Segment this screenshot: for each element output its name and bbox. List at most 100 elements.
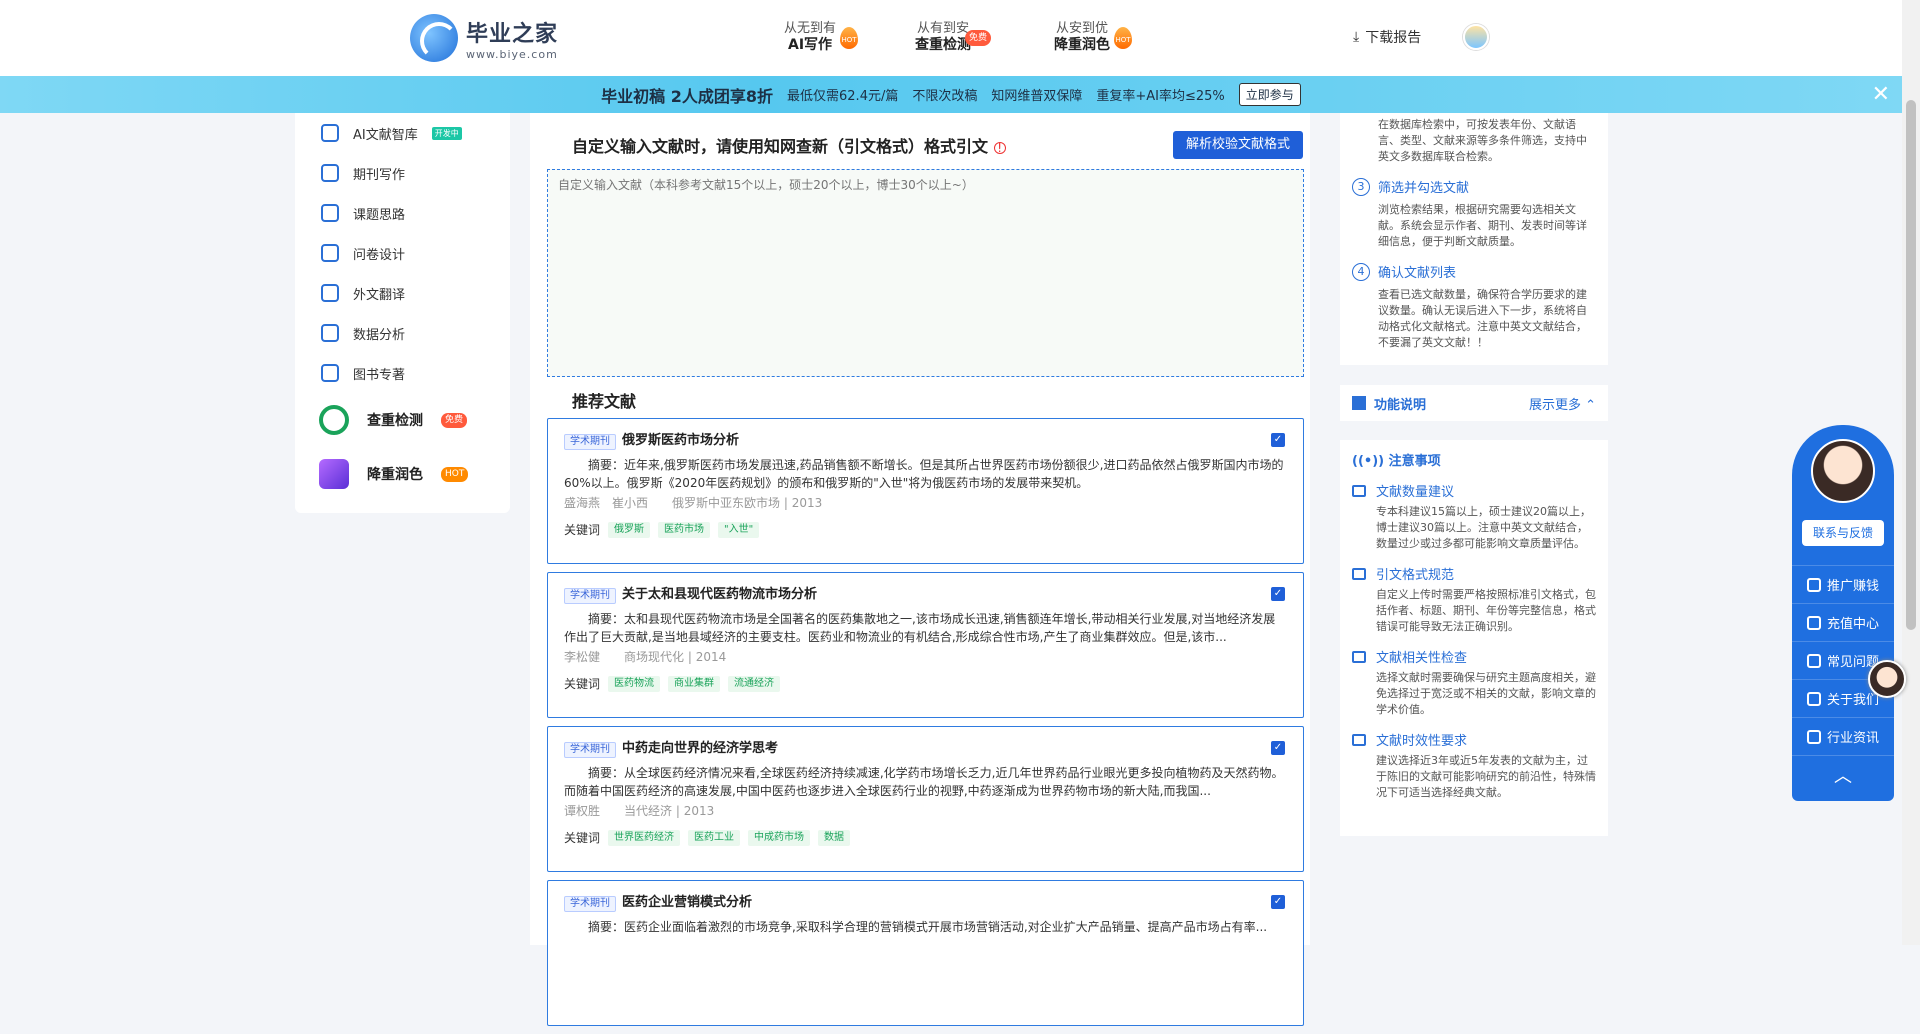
scrollbar-thumb[interactable] — [1906, 100, 1916, 630]
free-badge: 免费 — [441, 412, 468, 428]
contact-feedback-button[interactable]: 联系与反馈 — [1802, 520, 1884, 546]
chevron-up-icon: ︿ — [1834, 765, 1852, 787]
news-icon — [1806, 729, 1821, 744]
select-checkbox[interactable]: ✓ — [1271, 587, 1285, 601]
join-button[interactable]: 立即参与 — [1238, 83, 1301, 106]
sidebar-label: 图书专著 — [353, 367, 406, 383]
sidebar-label: 外文翻译 — [353, 287, 406, 303]
back-to-top-button[interactable]: ︿ — [1792, 755, 1894, 793]
reference-title: 中药走向世界的经济学思考 — [622, 741, 779, 756]
nav-main: 降重润色 — [1054, 37, 1110, 53]
sidebar-item-ai-library[interactable]: AI文献智库 开发中 — [295, 113, 510, 153]
main-panel: 自定义输入文献时，请使用知网查新（引文格式）格式引文 ! 解析校验文献格式 推荐… — [530, 113, 1310, 1026]
note-body: 自定义上传时需要严格按照标准引文格式，包括作者、标题、期刊、年份等完整信息，格式… — [1376, 588, 1596, 633]
support-float-panel: 联系与反馈 推广赚钱 充值中心 常见问题 关于我们 行业资讯 ︿ — [1792, 425, 1894, 801]
parse-format-button[interactable]: 解析校验文献格式 — [1173, 131, 1303, 159]
nav-main: AI写作 — [787, 37, 833, 53]
stack-icon — [321, 364, 339, 382]
select-checkbox[interactable]: ✓ — [1271, 741, 1285, 755]
reference-authors: 盛海燕 崔小西 — [564, 496, 649, 510]
notes-heading: ((•)) 注意事项 — [1352, 454, 1441, 469]
note-title: 文献时效性要求 — [1352, 730, 1596, 749]
sidebar-label: 数据分析 — [353, 327, 406, 343]
promo-item: 不限次改稿 — [912, 89, 978, 104]
logo-title: 毕业之家 — [466, 21, 559, 47]
sidebar-item-books[interactable]: 图书专著 — [295, 353, 510, 393]
note-title: 文献数量建议 — [1352, 481, 1596, 500]
nav-sub: 从安到优 — [1055, 21, 1108, 36]
site-logo[interactable]: 毕业之家 www.biye.com — [410, 14, 558, 62]
sidebar-label: 期刊写作 — [353, 167, 406, 183]
logo-icon — [410, 14, 458, 62]
select-checkbox[interactable]: ✓ — [1271, 895, 1285, 909]
keyword-label: 关键词 — [564, 523, 601, 537]
guide-step: 4 确认文献列表 — [1352, 262, 1596, 281]
chat-bot-icon[interactable] — [1868, 660, 1906, 698]
close-icon[interactable]: ✕ — [1872, 82, 1890, 107]
info-icon: ! — [993, 142, 1006, 154]
keyword-tag: 医药物流 — [608, 675, 661, 692]
function-title: 功能说明 — [1352, 394, 1426, 413]
guide-intro: 在数据库检索中，可按发表年份、文献语言、类型、文献来源等多条件筛选，支持中英文多… — [1378, 118, 1587, 163]
reference-input[interactable] — [547, 169, 1304, 377]
reference-card[interactable]: 学术期刊 医药企业营销模式分析 ✓ 摘要：医药企业面临着激烈的市场竞争,采取科学合… — [547, 880, 1304, 1026]
recharge-link[interactable]: 充值中心 — [1792, 603, 1894, 641]
keyword-tag: 商业集群 — [668, 675, 721, 692]
keyword-tag: 世界医药经济 — [608, 829, 681, 846]
download-report-link[interactable]: ⤓ 下载报告 — [1353, 27, 1421, 47]
sidebar-item-translate[interactable]: 外文翻译 — [295, 273, 510, 313]
notes-panel: ((•)) 注意事项 文献数量建议 专本科建议15篇以上，硕士建议20篇以上，博… — [1340, 440, 1608, 836]
library-icon — [321, 124, 339, 142]
reference-source: 俄罗斯中亚东欧市场 | 2013 — [672, 496, 823, 510]
reference-source: 商场现代化 | 2014 — [624, 650, 727, 664]
globe-icon — [321, 284, 339, 302]
recommended-heading: 推荐文献 — [572, 392, 637, 411]
page-scrollbar[interactable] — [1902, 0, 1920, 945]
user-avatar[interactable] — [1463, 24, 1489, 50]
keyword-tag: 中成药市场 — [748, 829, 811, 846]
hot-flame-icon: HOT — [840, 27, 859, 49]
keyword-tag: 医药市场 — [658, 521, 711, 538]
sidebar-item-plagiarism[interactable]: 查重检测 免费 — [295, 393, 510, 447]
promote-earn-link[interactable]: 推广赚钱 — [1792, 565, 1894, 603]
sidebar-label: 降重润色 — [367, 467, 423, 483]
hot-flame-icon: HOT — [1114, 27, 1132, 49]
select-checkbox[interactable]: ✓ — [1271, 433, 1285, 447]
reference-card[interactable]: 学术期刊 俄罗斯医药市场分析 ✓ 摘要：近年来,俄罗斯医药市场发展迅速,药品销售额… — [547, 418, 1304, 564]
reference-authors: 李松健 — [564, 650, 601, 664]
coin-icon — [1806, 615, 1821, 630]
sidebar-label: 问卷设计 — [353, 247, 406, 263]
reference-card[interactable]: 学术期刊 中药走向世界的经济学思考 ✓ 摘要：从全球医药经济情况来看,全球医药经济… — [547, 726, 1304, 872]
promo-item: 最低仅需62.4元/篇 — [787, 89, 899, 104]
sidebar-item-topic[interactable]: 课题思路 — [295, 193, 510, 233]
reference-source: 当代经济 | 2013 — [624, 804, 715, 818]
show-more-link[interactable]: 展示更多 ⌃ — [1529, 394, 1596, 413]
hot-badge: HOT — [441, 466, 469, 482]
note-title: 引文格式规范 — [1352, 564, 1596, 583]
reference-card[interactable]: 学术期刊 关于太和县现代医药物流市场分析 ✓ 摘要：太和县现代医药物流市场是全国著… — [547, 572, 1304, 718]
promo-banner[interactable]: 毕业初稿 2人成团享8折 最低仅需62.4元/篇 不限次改稿 知网维普双保障 重… — [0, 76, 1902, 113]
nav-polish[interactable]: 从安到优 降重润色 HOT — [1054, 20, 1132, 54]
sidebar-item-polish[interactable]: 降重润色 HOT — [295, 447, 510, 501]
custom-input-heading: 自定义输入文献时，请使用知网查新（引文格式）格式引文 ! — [572, 133, 1006, 157]
bulb-icon — [321, 204, 339, 222]
sidebar-item-data[interactable]: 数据分析 — [295, 313, 510, 353]
yen-icon — [1806, 577, 1821, 592]
recommended-list: 学术期刊 俄罗斯医药市场分析 ✓ 摘要：近年来,俄罗斯医药市场发展迅速,药品销售额… — [547, 418, 1304, 1034]
download-icon: ⤓ — [1353, 29, 1360, 45]
nav-plagiarism-check[interactable]: 从有到安 查重检测 免费 — [915, 20, 991, 54]
nav-ai-writing[interactable]: 从无到有 AI写作 HOT — [784, 20, 859, 54]
news-link[interactable]: 行业资讯 — [1792, 717, 1894, 755]
graduation-icon — [1352, 650, 1366, 663]
keyword-tag: 医药工业 — [688, 829, 741, 846]
document-icon — [1352, 567, 1366, 580]
keyword-tag: "入世" — [718, 521, 760, 538]
sidebar-label: 课题思路 — [353, 207, 406, 223]
clock-icon — [1352, 733, 1366, 746]
keyword-tag: 数据 — [818, 829, 851, 846]
sidebar-item-journal[interactable]: 期刊写作 — [295, 153, 510, 193]
sidebar-item-survey[interactable]: 问卷设计 — [295, 233, 510, 273]
reference-title: 俄罗斯医药市场分析 — [622, 433, 740, 448]
question-icon — [1806, 653, 1821, 668]
document-icon — [321, 244, 339, 262]
